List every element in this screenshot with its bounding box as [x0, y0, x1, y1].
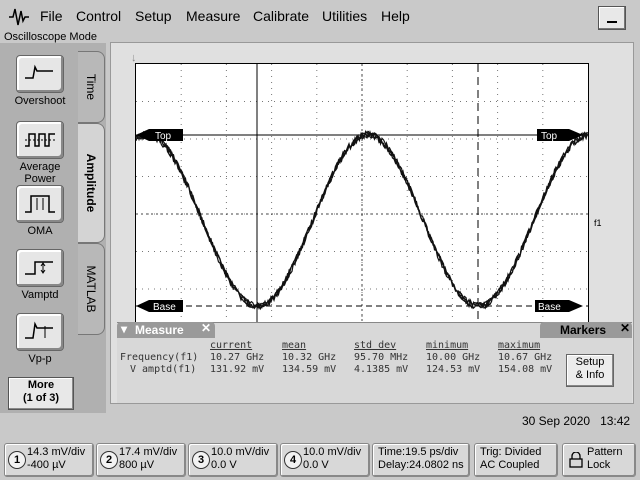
channel-1-button[interactable]: 1 14.3 mV/div -400 µV	[4, 443, 94, 477]
oma-button[interactable]	[16, 185, 64, 223]
minimize-button[interactable]	[598, 6, 626, 30]
svg-text:Base: Base	[153, 302, 176, 313]
tool-overshoot[interactable]: Overshoot	[0, 55, 80, 107]
average-power-icon	[25, 133, 55, 147]
svg-text:Top: Top	[541, 131, 558, 142]
mode-label: Oscilloscope Mode	[4, 31, 97, 43]
menu-help[interactable]: Help	[381, 8, 410, 24]
tool-label: Vamptd	[21, 289, 59, 301]
tab-time[interactable]: Time	[78, 51, 105, 123]
menu-utilities[interactable]: Utilities	[322, 8, 367, 24]
datetime: 30 Sep 2020 13:42	[522, 414, 631, 428]
svg-text:Base: Base	[538, 302, 561, 313]
close-icon[interactable]: ✕	[620, 321, 630, 335]
col-header-std-dev: std dev	[354, 340, 397, 351]
meas-value: 124.53 mV	[426, 364, 481, 375]
overshoot-icon	[25, 64, 53, 79]
tool-label: Vp-p	[28, 353, 52, 365]
meas-row-name: Frequency(f1)	[120, 352, 199, 363]
channel-4-button[interactable]: 4 10.0 mV/div 0.0 V	[280, 443, 370, 477]
col-header-current: current	[210, 340, 253, 351]
vamptd-button[interactable]	[16, 249, 64, 287]
menu-file[interactable]: File	[40, 8, 63, 24]
trigger-arrow-icon: ↓	[131, 52, 137, 64]
timebase-button[interactable]: Time:19.5 ps/div Delay:24.0802 ns	[372, 443, 470, 477]
tool-oma[interactable]: OMA	[0, 185, 80, 237]
trigger-button[interactable]: Trig: Divided AC Coupled	[474, 443, 558, 477]
menu-measure[interactable]: Measure	[186, 8, 240, 24]
overshoot-button[interactable]	[16, 55, 64, 93]
meas-value: 4.1385 mV	[354, 364, 409, 375]
base-label-left: Base	[136, 300, 183, 313]
tool-label: OMA	[27, 225, 53, 237]
tool-average-power[interactable]: Average Power	[0, 121, 80, 185]
meas-value: 95.70 MHz	[354, 352, 409, 363]
pattern-lock-button[interactable]: Pattern Lock	[562, 443, 636, 477]
col-header-minimum: minimum	[426, 340, 469, 351]
tab-matlab[interactable]: MATLAB	[78, 243, 105, 335]
tool-vpp[interactable]: Vp-p	[0, 313, 80, 365]
meas-value: 131.92 mV	[210, 364, 265, 375]
oma-icon	[25, 195, 55, 213]
vpp-button[interactable]	[16, 313, 64, 351]
chevron-down-icon: ▾	[121, 322, 128, 336]
meas-value: 154.08 mV	[498, 364, 553, 375]
lock-icon	[569, 452, 583, 468]
base-label-right: Base	[535, 300, 583, 313]
col-header-mean: mean	[282, 340, 307, 351]
vamptd-icon	[25, 261, 53, 275]
markers-tab[interactable]: Markers ✕	[540, 321, 632, 338]
menu-setup[interactable]: Setup	[135, 8, 172, 24]
vpp-icon	[25, 321, 53, 339]
close-icon[interactable]: ✕	[201, 321, 211, 335]
channel-2-button[interactable]: 2 17.4 mV/div 800 µV	[96, 443, 186, 477]
meas-value: 10.00 GHz	[426, 352, 481, 363]
meas-value: 10.32 GHz	[282, 352, 337, 363]
top-label-left: Top	[136, 129, 183, 142]
meas-value: 10.67 GHz	[498, 352, 553, 363]
meas-value: 10.27 GHz	[210, 352, 265, 363]
f1-marker: f1	[594, 218, 602, 228]
tab-amplitude[interactable]: Amplitude	[78, 123, 105, 243]
more-button[interactable]: More (1 of 3)	[8, 377, 74, 410]
menu-bar: File Control Setup Measure Calibrate Uti…	[0, 0, 640, 32]
average-power-button[interactable]	[16, 121, 64, 159]
svg-text:Top: Top	[155, 131, 172, 142]
meas-row-name: V amptd(f1)	[130, 364, 197, 375]
col-header-maximum: maximum	[498, 340, 541, 351]
tool-label: Overshoot	[14, 95, 66, 107]
menu-calibrate[interactable]: Calibrate	[253, 8, 309, 24]
tool-label: Average Power	[19, 161, 61, 185]
setup-info-button[interactable]: Setup & Info	[566, 354, 614, 387]
channel-3-button[interactable]: 3 10.0 mV/div 0.0 V	[188, 443, 278, 477]
meas-value: 134.59 mV	[282, 364, 337, 375]
app-logo-icon	[9, 8, 29, 26]
left-tool-panel: Overshoot Average Power OMA Vamptd Vp-p …	[0, 43, 106, 413]
measure-tab[interactable]: ▾ Measure ✕	[117, 321, 215, 338]
menu-control[interactable]: Control	[76, 8, 121, 24]
tool-vamptd[interactable]: Vamptd	[0, 249, 80, 301]
